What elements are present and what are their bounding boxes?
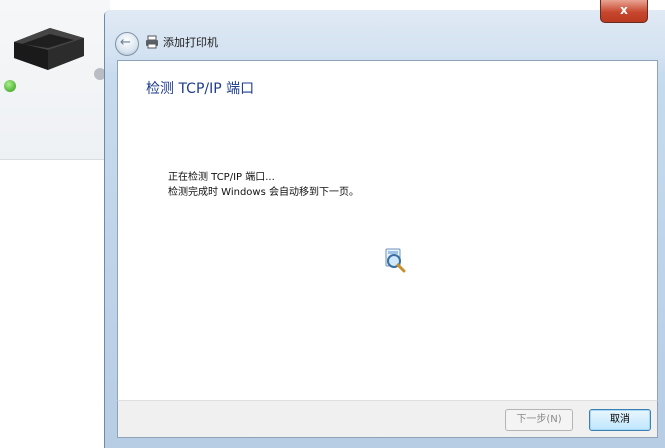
next-button[interactable]: 下一步(N)	[505, 409, 573, 431]
back-arrow-icon: ←	[120, 35, 131, 50]
status-text: 正在检测 TCP/IP 端口...	[168, 172, 275, 183]
status-ok-icon	[4, 80, 16, 92]
dialog-title: 添加打印机	[163, 36, 218, 49]
background-window	[0, 0, 110, 448]
button-bar: 下一步(N) 取消	[117, 400, 658, 438]
info-text: 检测完成时 Windows 会自动移到下一页。	[168, 187, 359, 198]
cancel-button[interactable]: 取消	[589, 409, 651, 431]
page-heading: 检测 TCP/IP 端口	[146, 81, 255, 97]
close-button[interactable]: x	[600, 0, 648, 23]
content-pane: 检测 TCP/IP 端口 正在检测 TCP/IP 端口... 检测完成时 Win…	[117, 60, 658, 402]
printer-device-icon	[14, 28, 84, 70]
add-printer-dialog: x ← 添加打印机 检测 TCP/IP 端口 正在检测 TCP/IP 端口...…	[104, 0, 665, 448]
search-magnifier-icon	[385, 248, 406, 273]
background-divider	[0, 159, 110, 160]
printer-icon	[146, 35, 158, 49]
back-button[interactable]: ←	[115, 32, 139, 56]
